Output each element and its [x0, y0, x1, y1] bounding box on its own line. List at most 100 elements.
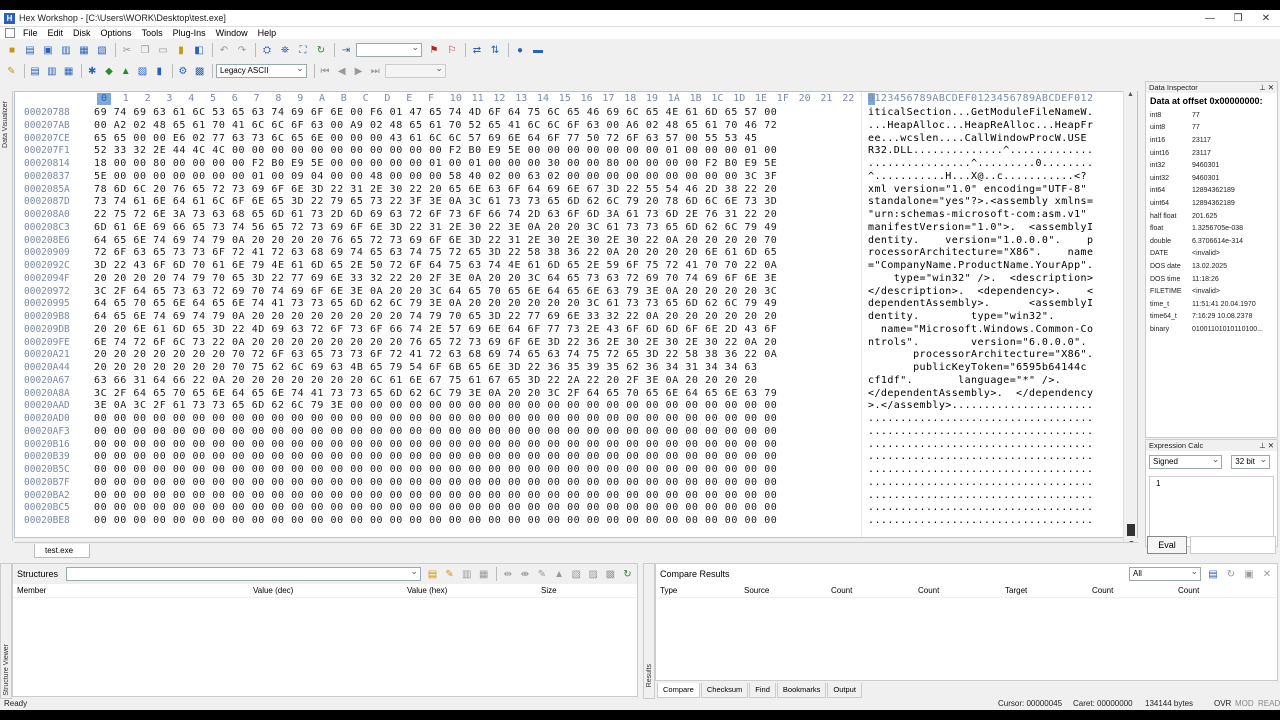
results-side-tab[interactable]: Results [643, 563, 655, 699]
base-converter-icon[interactable]: ▧ [135, 63, 150, 79]
hex-row[interactable]: 00020B16 00 00 00 00 00 00 00 00 00 00 00… [15, 438, 1137, 451]
row-hex-bytes[interactable]: 3C 2F 64 65 73 63 72 69 70 74 69 6F 6E 3… [94, 285, 777, 298]
print-preview-icon[interactable]: ▦ [76, 42, 92, 58]
row-ascii[interactable]: manifestVersion="1.0">. <assemblyI [868, 221, 1093, 234]
compare-close-icon[interactable]: ✕ [1259, 566, 1275, 582]
row-hex-bytes[interactable]: 00 00 00 00 00 00 00 00 00 00 00 00 00 0… [94, 412, 777, 425]
next-icon[interactable]: ▶ [351, 63, 366, 79]
first-icon[interactable]: ⏮ [318, 63, 333, 79]
row-ascii[interactable]: dependentAssembly>. <assemblyI [868, 297, 1093, 310]
find-icon[interactable]: ⛭ [259, 42, 275, 58]
row-ascii[interactable]: publicKeyToken="6595b64144c [868, 361, 1087, 374]
row-hex-bytes[interactable]: 3C 2F 64 65 70 65 6E 64 65 6E 74 41 73 7… [94, 387, 777, 400]
compare-export-icon[interactable]: ▣ [1241, 566, 1257, 582]
document-icon[interactable] [5, 28, 15, 38]
undo-icon[interactable]: ↶ [216, 42, 232, 58]
hex-row[interactable]: 00020814 18 00 00 80 00 00 00 00 F2 B0 E9… [15, 157, 1137, 170]
help-icon[interactable]: ● [512, 42, 528, 58]
inspector-row[interactable]: int16 23117 [1146, 134, 1277, 147]
row-ascii[interactable]: xml version="1.0" encoding="UTF-8" [868, 183, 1093, 196]
compare-copy-icon[interactable]: ▤ [1205, 566, 1221, 582]
inspector-row[interactable]: int32 9460301 [1146, 159, 1277, 172]
tab-compare[interactable]: Compare [657, 683, 700, 698]
hex-row[interactable]: 00020BE8 00 00 00 00 00 00 00 00 00 00 00… [15, 514, 1137, 527]
chart-icon[interactable]: ▮ [152, 63, 167, 79]
tab-find[interactable]: Find [749, 683, 776, 698]
replace-icon[interactable]: ⛶ [295, 42, 311, 58]
inspector-row[interactable]: time_t 11:51:41 20.04.1970 [1146, 298, 1277, 311]
panel-pin-close-icons[interactable]: ⊥ ✕ [1259, 441, 1274, 450]
checksum-icon[interactable]: ◆ [102, 63, 117, 79]
row-hex-bytes[interactable]: 00 00 00 00 00 00 00 00 00 00 00 00 00 0… [94, 501, 777, 514]
col-count-3[interactable]: Count [1092, 586, 1113, 595]
hex-row[interactable]: 0002094F 20 20 20 20 74 79 70 65 3D 22 77… [15, 272, 1137, 285]
record-combo[interactable] [384, 62, 446, 78]
row-ascii[interactable]: iticalSection...GetModuleFileNameW. [868, 106, 1093, 119]
sign-select[interactable]: Signed [1149, 453, 1223, 469]
hex-row[interactable]: 00020BA2 00 00 00 00 00 00 00 00 00 00 00… [15, 489, 1137, 502]
compare-filter-select[interactable]: All [1129, 565, 1201, 581]
row-ascii[interactable]: ="CompanyName.ProductName.YourApp". [868, 259, 1093, 272]
warning-icon[interactable]: ▲ [552, 566, 567, 582]
inspector-row[interactable]: DOS time 11:18:26 [1146, 273, 1277, 286]
menu-options[interactable]: Options [96, 28, 137, 38]
paste-hex-icon[interactable]: ▦ [61, 63, 76, 79]
row-ascii[interactable]: ................................... [868, 412, 1093, 425]
compare-icon[interactable]: ⇄ [469, 42, 485, 58]
copy-hex-icon[interactable]: ▤ [28, 63, 43, 79]
bookmarks-icon[interactable]: ▩ [192, 63, 207, 79]
statistics-icon[interactable]: ▲ [118, 63, 133, 79]
hex-row[interactable]: 00020837 5E 00 00 00 00 00 00 00 01 00 09… [15, 170, 1137, 183]
inspector-row[interactable]: uint16 23117 [1146, 147, 1277, 160]
row-hex-bytes[interactable]: 65 65 00 00 E6 02 77 63 73 6C 65 6E 00 0… [94, 132, 758, 145]
row-hex-bytes[interactable]: 6D 61 6E 69 66 65 73 74 56 65 72 73 69 6… [94, 221, 777, 234]
row-hex-bytes[interactable]: 00 00 00 00 00 00 00 00 00 00 00 00 00 0… [94, 514, 777, 527]
row-ascii[interactable]: ................^.........0........ [868, 157, 1093, 170]
hex-row[interactable]: 000209FE 6E 74 72 6F 6C 73 22 0A 20 20 20… [15, 336, 1137, 349]
row-hex-bytes[interactable]: 18 00 00 80 00 00 00 00 F2 B0 E9 5E 00 0… [94, 157, 777, 170]
row-ascii[interactable]: ................................... [868, 501, 1093, 514]
tab-output[interactable]: Output [827, 683, 862, 698]
row-hex-bytes[interactable]: 20 20 6E 61 6D 65 3D 22 4D 69 63 72 6F 7… [94, 323, 777, 336]
hex-row[interactable]: 00020A44 20 20 20 20 20 20 20 70 75 62 6C… [15, 361, 1137, 374]
row-hex-bytes[interactable]: 3D 22 43 6F 6D 70 61 6E 79 4E 61 6D 65 2… [94, 259, 777, 272]
menu-edit[interactable]: Edit [43, 28, 69, 38]
hex-row[interactable]: 00020B7F 00 00 00 00 00 00 00 00 00 00 00… [15, 476, 1137, 489]
row-hex-bytes[interactable]: 64 65 6E 74 69 74 79 0A 20 20 20 20 20 2… [94, 310, 777, 323]
goto-combo[interactable] [356, 41, 422, 57]
row-ascii[interactable]: ................................... [868, 463, 1093, 476]
row-ascii[interactable]: </description>. <dependency>. < [868, 285, 1093, 298]
row-hex-bytes[interactable]: 69 74 69 63 61 6C 53 65 63 74 69 6F 6E 0… [94, 106, 777, 119]
hex-scrollbar[interactable]: ▲ ▼ [1123, 91, 1137, 547]
col-size[interactable]: Size [541, 586, 557, 595]
inspector-row[interactable]: double 6.3706614e-314 [1146, 235, 1277, 248]
expression-input[interactable]: 1 [1149, 476, 1274, 538]
structure-tool-icon[interactable]: ▥ [459, 566, 474, 582]
hex-row[interactable]: 00020A21 20 20 20 20 20 20 20 70 72 6F 63… [15, 348, 1137, 361]
row-hex-bytes[interactable]: 78 6D 6C 20 76 65 72 73 69 6F 6E 3D 22 3… [94, 183, 777, 196]
row-hex-bytes[interactable]: 00 00 00 00 00 00 00 00 00 00 00 00 00 0… [94, 450, 777, 463]
hex-row[interactable]: 00020788 69 74 69 63 61 6C 53 65 63 74 69… [15, 106, 1137, 119]
hex-row[interactable]: 00020AAD 3E 0A 3C 2F 61 73 73 65 6D 62 6C… [15, 399, 1137, 412]
row-ascii[interactable]: </dependentAssembly>. </dependency [868, 387, 1093, 400]
row-ascii[interactable]: >.</assembly>...................... [868, 399, 1093, 412]
inspector-row[interactable]: float 1.3256705e-038 [1146, 222, 1277, 235]
bookmark-next-icon[interactable]: ⚐ [444, 42, 460, 58]
inspector-row[interactable]: uint64 12894362189 [1146, 197, 1277, 210]
row-hex-bytes[interactable]: 00 00 00 00 00 00 00 00 00 00 00 00 00 0… [94, 463, 777, 476]
refresh-structures-icon[interactable]: ↻ [620, 566, 635, 582]
row-hex-bytes[interactable]: 3E 0A 3C 2F 61 73 73 65 6D 62 6C 79 3E 0… [94, 399, 777, 412]
row-hex-bytes[interactable]: 00 00 00 00 00 00 00 00 00 00 00 00 00 0… [94, 425, 777, 438]
data-visualizer-tab[interactable]: Data Visualizer [0, 91, 13, 541]
hex-row[interactable]: 00020BC5 00 00 00 00 00 00 00 00 00 00 00… [15, 501, 1137, 514]
find-next-icon[interactable]: ⛯ [277, 42, 293, 58]
copy-ascii-icon[interactable]: ▥ [44, 63, 59, 79]
wrench-icon[interactable]: ✎ [4, 63, 19, 79]
row-ascii[interactable]: ................................... [868, 514, 1093, 527]
insert-icon[interactable]: ◧ [191, 42, 207, 58]
row-ascii[interactable]: ................................... [868, 425, 1093, 438]
row-ascii[interactable]: ee...wcslen....CallWindowProcW.USE [868, 132, 1087, 145]
row-hex-bytes[interactable]: 6E 74 72 6F 6C 73 22 0A 20 20 20 20 20 2… [94, 336, 777, 349]
row-hex-bytes[interactable]: 20 20 20 20 20 20 20 70 75 62 6C 69 63 4… [94, 361, 758, 374]
scroll-thumb[interactable] [1127, 524, 1135, 536]
